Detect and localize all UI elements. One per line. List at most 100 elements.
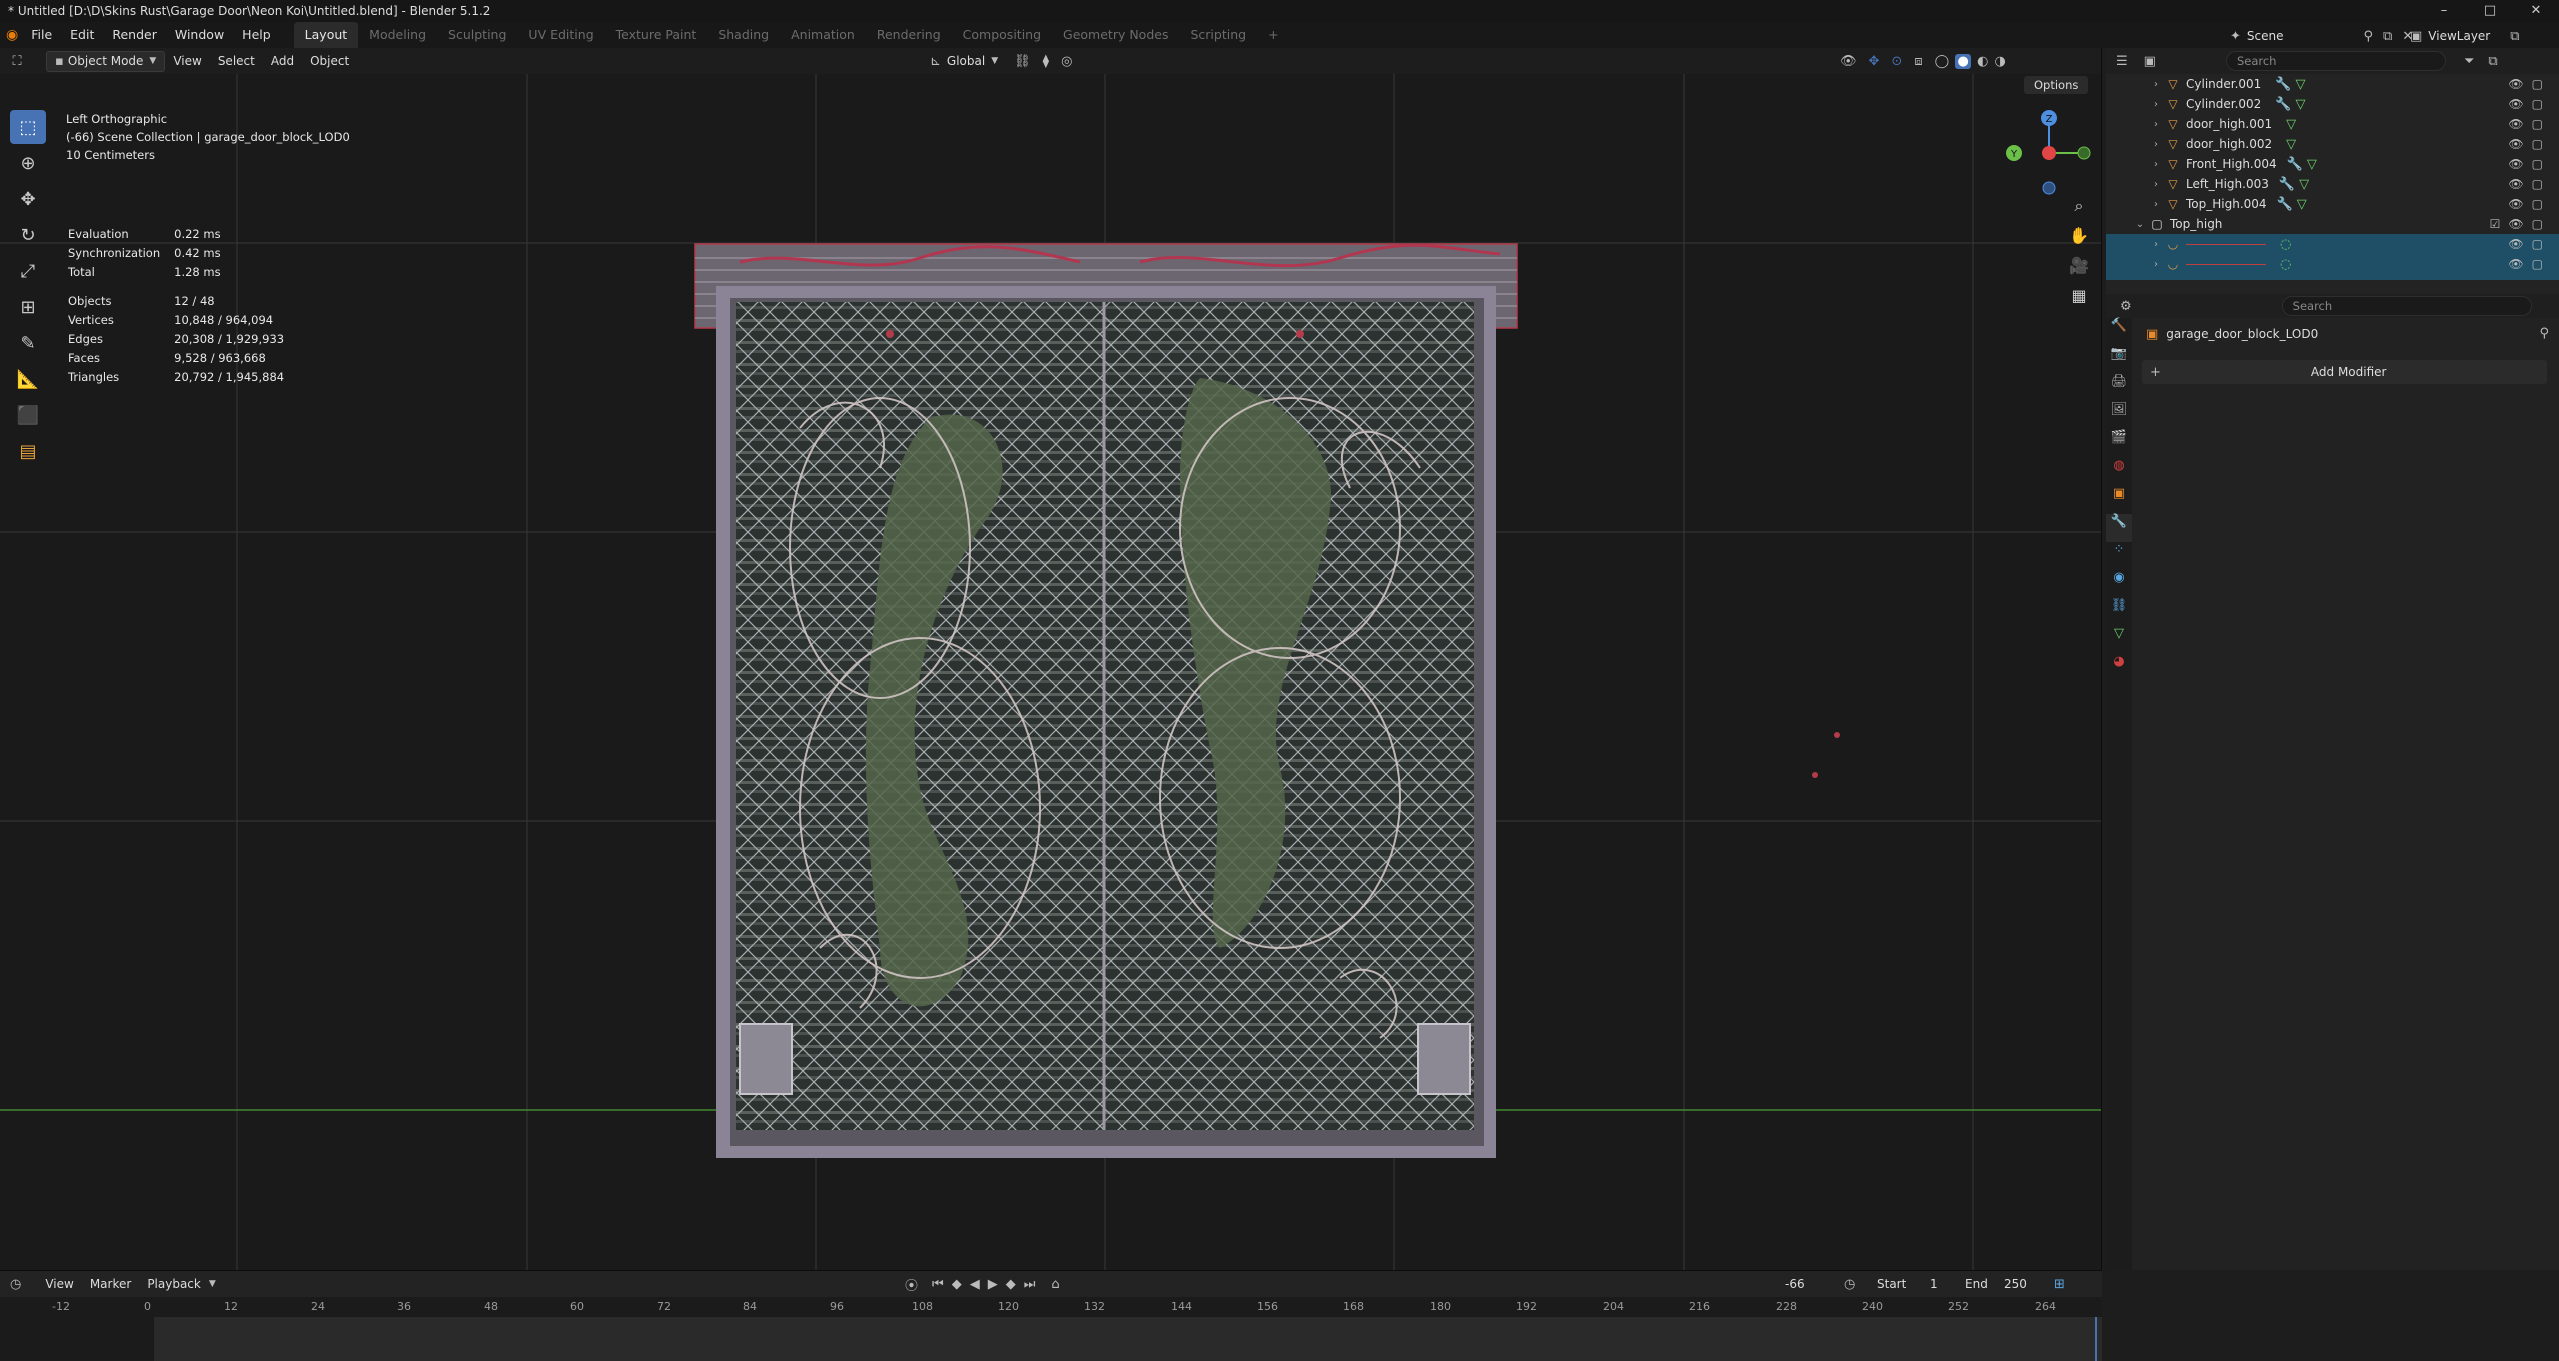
pivot-icon[interactable]: ⛓ xyxy=(1014,54,1031,69)
particles-tab-icon[interactable]: ⁘ xyxy=(2106,542,2132,570)
measure-tool-icon[interactable]: 📐 xyxy=(10,362,46,396)
xray-icon[interactable]: ⧈ xyxy=(1914,54,1922,69)
next-keyframe-icon[interactable]: ◆ xyxy=(1006,1277,1016,1292)
add-workspace-button[interactable]: + xyxy=(1257,22,1289,48)
tab-shading[interactable]: Shading xyxy=(707,22,780,48)
mode-selector[interactable]: ▪ Object Mode ▼ xyxy=(46,50,166,72)
outliner-row[interactable]: › ▽ Left_High.003 🔧 ▽ 👁▢ xyxy=(2106,174,2559,194)
prev-keyframe-icon[interactable]: ◆ xyxy=(952,1277,962,1292)
properties-editor-icon[interactable]: ⚙ xyxy=(2120,299,2132,314)
transform-tool-icon[interactable]: ⊞ xyxy=(10,290,46,324)
outliner-row-selected[interactable]: › ◡ ◌ 👁▢ xyxy=(2106,234,2559,254)
tab-modeling[interactable]: Modeling xyxy=(358,22,437,48)
tab-uv-editing[interactable]: UV Editing xyxy=(517,22,604,48)
tab-texture-paint[interactable]: Texture Paint xyxy=(605,22,708,48)
pin-icon[interactable]: ⚲ xyxy=(2364,29,2374,44)
visibility-toggle-icon[interactable]: 👁▢ xyxy=(2508,157,2551,171)
menu-add[interactable]: Add xyxy=(263,52,302,70)
current-frame-field[interactable]: -66 xyxy=(1785,1277,1805,1291)
tab-scripting[interactable]: Scripting xyxy=(1179,22,1257,48)
data-tab-icon[interactable]: ▽ xyxy=(2106,626,2132,654)
expand-icon[interactable]: › xyxy=(2148,179,2164,190)
visibility-toggle-icon[interactable]: 👁▢ xyxy=(2508,237,2551,251)
gizmo-toggle-icon[interactable]: ✥ xyxy=(1869,54,1880,69)
timeline-frame-range[interactable] xyxy=(154,1317,2102,1361)
zoom-icon[interactable]: ⌕ xyxy=(2067,196,2091,226)
visibility-toggle-icon[interactable]: 👁▢ xyxy=(2508,257,2551,271)
pan-hand-icon[interactable]: ✋ xyxy=(2067,226,2091,256)
new-scene-icon[interactable]: ⧉ xyxy=(2383,29,2392,44)
collapse-icon[interactable]: ⌄ xyxy=(2132,219,2148,230)
tab-rendering[interactable]: Rendering xyxy=(866,22,952,48)
view-layer-selector[interactable]: ▣ ViewLayer ⧉ xyxy=(2410,26,2520,46)
output-tab-icon[interactable]: 🖨 xyxy=(2106,374,2132,402)
collection-toggles-icon[interactable]: ☑👁▢ xyxy=(2490,217,2551,231)
camera-view-icon[interactable]: 🎥 xyxy=(2067,256,2091,286)
menu-render[interactable]: Render xyxy=(103,22,166,48)
3d-viewport[interactable]: ⛶ ▪ Object Mode ▼ View Select Add Object… xyxy=(0,48,2102,1270)
outliner-editor-icon[interactable]: ☰ xyxy=(2116,54,2128,69)
menu-help[interactable]: Help xyxy=(233,22,280,48)
visibility-toggle-icon[interactable]: 👁▢ xyxy=(2508,77,2551,91)
snap-icon[interactable]: ⧫ xyxy=(1043,54,1049,69)
pin-icon[interactable]: ⚲ xyxy=(2539,326,2549,341)
filter-icon[interactable]: ⏷ xyxy=(2464,54,2474,69)
texture-tool-icon[interactable]: ▤ xyxy=(10,434,46,468)
tab-geometry-nodes[interactable]: Geometry Nodes xyxy=(1052,22,1179,48)
new-view-layer-icon[interactable]: ⧉ xyxy=(2510,29,2519,44)
timeline-ruler[interactable]: -12 0 12 24 36 48 60 72 84 96 108 120 13… xyxy=(0,1297,2102,1317)
menu-view[interactable]: View xyxy=(165,52,209,70)
scale-tool-icon[interactable]: ⤢ xyxy=(10,254,46,288)
playhead-line[interactable] xyxy=(2095,1317,2097,1361)
render-tab-icon[interactable]: 📷 xyxy=(2106,346,2132,374)
keying-icon[interactable]: ⌂ xyxy=(1051,1277,1059,1292)
world-tab-icon[interactable]: ◍ xyxy=(2106,458,2132,486)
rendered-shading-icon[interactable]: ◑ xyxy=(1995,54,2006,69)
visibility-toggle-icon[interactable]: 👁▢ xyxy=(2508,97,2551,111)
display-mode-icon[interactable]: ▣ xyxy=(2144,54,2156,69)
expand-icon[interactable]: › xyxy=(2148,99,2164,110)
expand-icon[interactable]: › xyxy=(2148,119,2164,130)
outliner-search-input[interactable]: Search xyxy=(2225,51,2446,71)
outliner-row[interactable]: › ▽ door_high.002 ▽ 👁▢ xyxy=(2106,134,2559,154)
expand-icon[interactable]: › xyxy=(2148,199,2164,210)
options-button[interactable]: Options xyxy=(2024,76,2089,94)
transform-orientation-selector[interactable]: ⊾ Global ▼ ⛓ ⧫ ◎ xyxy=(930,54,1072,69)
menu-window[interactable]: Window xyxy=(166,22,233,48)
scene-tab-icon[interactable]: 🎬 xyxy=(2106,430,2132,458)
viewport-scene[interactable] xyxy=(0,48,2102,1270)
outliner-row-selected[interactable]: › ◡ ◌ 👁▢ xyxy=(2106,254,2559,274)
wireframe-shading-icon[interactable]: ◯ xyxy=(1935,54,1950,69)
object-tab-icon[interactable]: ▣ xyxy=(2106,486,2132,514)
visibility-toggle-icon[interactable]: 👁▢ xyxy=(2508,177,2551,191)
add-cube-tool-icon[interactable]: ⬛ xyxy=(10,398,46,432)
physics-tab-icon[interactable]: ◉ xyxy=(2106,570,2132,598)
play-icon[interactable]: ▶ xyxy=(988,1277,998,1292)
cursor-tool-icon[interactable]: ⊕ xyxy=(10,146,46,180)
jump-end-icon[interactable]: ⏭ xyxy=(1024,1277,1036,1292)
tab-sculpting[interactable]: Sculpting xyxy=(437,22,517,48)
end-frame-field[interactable]: 250 xyxy=(2004,1277,2027,1291)
outliner-row[interactable]: › ▽ door_high.001 ▽ 👁▢ xyxy=(2106,114,2559,134)
visibility-toggle-icon[interactable]: 👁▢ xyxy=(2508,197,2551,211)
move-tool-icon[interactable]: ✥ xyxy=(10,182,46,216)
annotate-tool-icon[interactable]: ✎ xyxy=(10,326,46,360)
menu-file[interactable]: File xyxy=(22,22,61,48)
expand-icon[interactable]: › xyxy=(2148,159,2164,170)
rotate-tool-icon[interactable]: ↻ xyxy=(10,218,46,252)
view-layer-tab-icon[interactable]: 🖼 xyxy=(2106,402,2132,430)
visibility-icon[interactable]: 👁 xyxy=(1840,54,1857,69)
timeline-menu-marker[interactable]: Marker xyxy=(82,1275,139,1293)
outliner-row[interactable]: › ▽ Cylinder.001 🔧 ▽ 👁▢ xyxy=(2106,74,2559,94)
visibility-toggle-icon[interactable]: 👁▢ xyxy=(2508,117,2551,131)
tab-animation[interactable]: Animation xyxy=(780,22,866,48)
timeline-menu-view[interactable]: View xyxy=(37,1275,81,1293)
editor-type-icon[interactable]: ⛶ xyxy=(0,54,34,69)
add-modifier-button[interactable]: + Add Modifier xyxy=(2142,360,2547,384)
material-tab-icon[interactable]: ◕ xyxy=(2106,654,2132,682)
solid-shading-icon[interactable]: ● xyxy=(1955,53,1972,69)
scene-selector[interactable]: ✦ Scene ⚲ ⧉ ✕ xyxy=(2230,26,2413,46)
constraints-tab-icon[interactable]: ⛓ xyxy=(2106,598,2132,626)
tab-layout[interactable]: Layout xyxy=(293,22,359,48)
outliner-row[interactable]: › ▽ Front_High.004 🔧 ▽ 👁▢ xyxy=(2106,154,2559,174)
